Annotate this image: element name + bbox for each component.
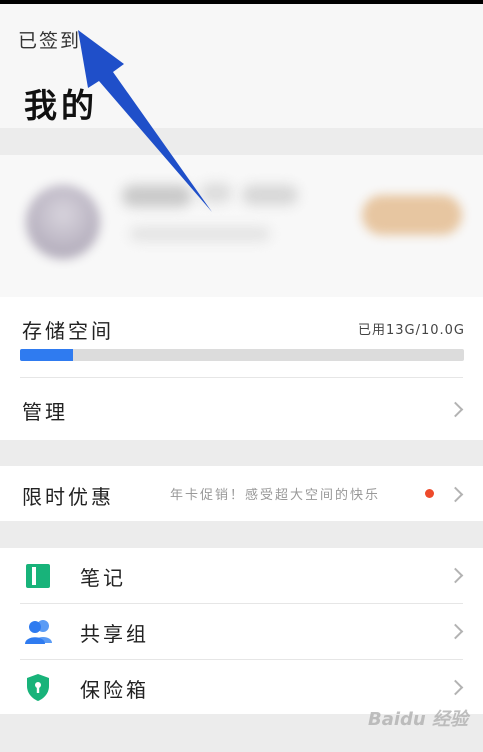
- notebook-icon: [24, 562, 52, 590]
- promo-text: 年卡促销！感受超大空间的快乐: [170, 488, 381, 503]
- page-title: 我的: [24, 86, 98, 125]
- profile-card[interactable]: [0, 155, 483, 297]
- section-divider: [0, 521, 483, 548]
- list-item-notes[interactable]: 笔记: [0, 548, 483, 603]
- signed-in-label[interactable]: 已签到: [18, 26, 81, 53]
- vip-button[interactable]: [362, 195, 462, 235]
- username-blurred: [122, 185, 192, 207]
- storage-used-text: 已用13G/10.0G: [357, 323, 465, 338]
- notes-label: 笔记: [80, 566, 126, 590]
- section-divider: [0, 440, 483, 466]
- header: 已签到 我的: [0, 4, 483, 128]
- notification-dot: [425, 489, 434, 498]
- chevron-right-icon: [447, 679, 464, 696]
- user-level-blurred: [242, 185, 298, 205]
- storage-label: 存储空间: [22, 319, 114, 343]
- manage-row[interactable]: 管理: [0, 378, 483, 440]
- group-icon: [24, 617, 52, 645]
- storage-progress-fill: [20, 349, 74, 361]
- chevron-right-icon: [447, 623, 464, 640]
- chevron-right-icon: [447, 486, 464, 503]
- promo-row[interactable]: 限时优惠 年卡促销！感受超大空间的快乐: [0, 466, 483, 521]
- manage-label: 管理: [22, 400, 68, 424]
- chevron-right-icon: [447, 401, 464, 418]
- storage-progress-bar: [20, 349, 464, 361]
- chevron-right-icon: [447, 567, 464, 584]
- storage-section: 存储空间 已用13G/10.0G 管理: [0, 297, 483, 440]
- features-list: 笔记 共享组 保险箱: [0, 548, 483, 714]
- watermark: Baidu 经验: [368, 709, 469, 730]
- list-item-share-group[interactable]: 共享组: [0, 604, 483, 659]
- avatar[interactable]: [26, 185, 100, 259]
- share-group-label: 共享组: [80, 622, 149, 646]
- section-divider: [0, 128, 483, 155]
- user-badge-blurred: [200, 183, 232, 203]
- user-info-blurred: [130, 227, 270, 241]
- shield-lock-icon: [24, 672, 52, 701]
- promo-label: 限时优惠: [22, 485, 114, 509]
- vault-label: 保险箱: [80, 678, 149, 702]
